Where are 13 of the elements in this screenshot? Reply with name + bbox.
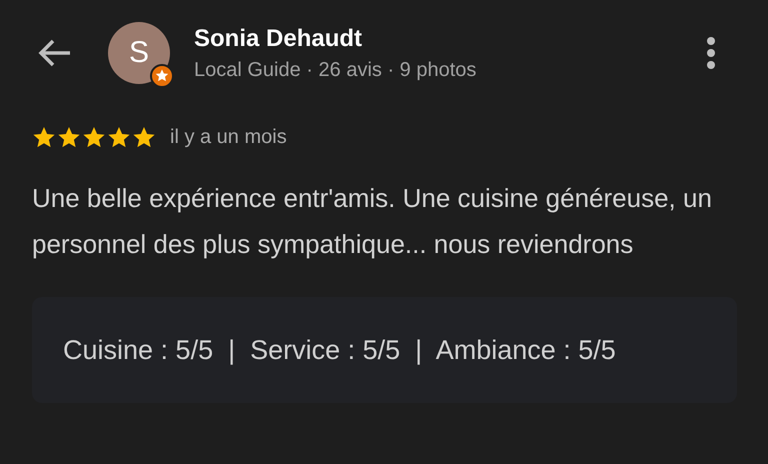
ratings-summary: Cuisine : 5/5 | Service : 5/5 | Ambiance : 5/5	[63, 334, 616, 366]
back-icon[interactable]	[38, 39, 72, 67]
star-icon	[57, 126, 81, 149]
reviewer-meta: Local Guide · 26 avis · 9 photos	[194, 58, 478, 82]
review-time: il y a un mois	[170, 126, 287, 149]
star-icon	[132, 126, 156, 149]
star-icon	[107, 126, 131, 149]
reviewer-name[interactable]: Sonia Dehaudt	[194, 24, 706, 52]
more-menu-icon[interactable]	[706, 36, 716, 70]
star-icon	[82, 126, 106, 149]
review-text: Une belle expérience entr'amis. Une cuisine généreuse, un personnel des plus sympathique... nous reviendrons	[32, 182, 713, 261]
star-icon	[32, 126, 56, 149]
avatar: S	[108, 22, 170, 84]
